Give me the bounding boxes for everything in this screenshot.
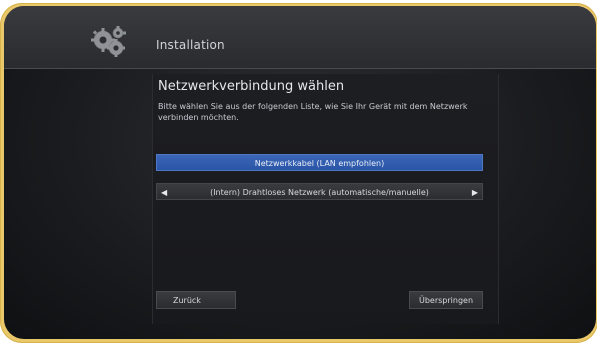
- back-button[interactable]: Zurück: [156, 291, 236, 309]
- arrow-right-icon[interactable]: ▶: [472, 184, 478, 201]
- description-line-1: Bitte wählen Sie aus der folgenden Liste…: [158, 102, 468, 111]
- page-title: Netzwerkverbindung wählen: [158, 79, 345, 94]
- arrow-left-icon[interactable]: ◀: [161, 184, 167, 201]
- option-wireless-label: (Intern) Drahtloses Netzwerk (automatisc…: [210, 188, 429, 197]
- option-wireless[interactable]: ◀ (Intern) Drahtloses Netzwerk (automati…: [156, 183, 483, 200]
- option-lan-label: Netzwerkkabel (LAN empfohlen): [254, 159, 385, 168]
- description-line-2: verbinden möchten.: [158, 113, 239, 122]
- gears-icon: [91, 26, 126, 57]
- option-lan[interactable]: Netzwerkkabel (LAN empfohlen): [156, 154, 483, 171]
- skip-button[interactable]: Überspringen: [409, 291, 483, 309]
- header-title: Installation: [156, 38, 225, 52]
- header-bar: [4, 6, 596, 69]
- description-text: Bitte wählen Sie aus der folgenden Liste…: [158, 101, 488, 123]
- tv-screen: [4, 6, 596, 339]
